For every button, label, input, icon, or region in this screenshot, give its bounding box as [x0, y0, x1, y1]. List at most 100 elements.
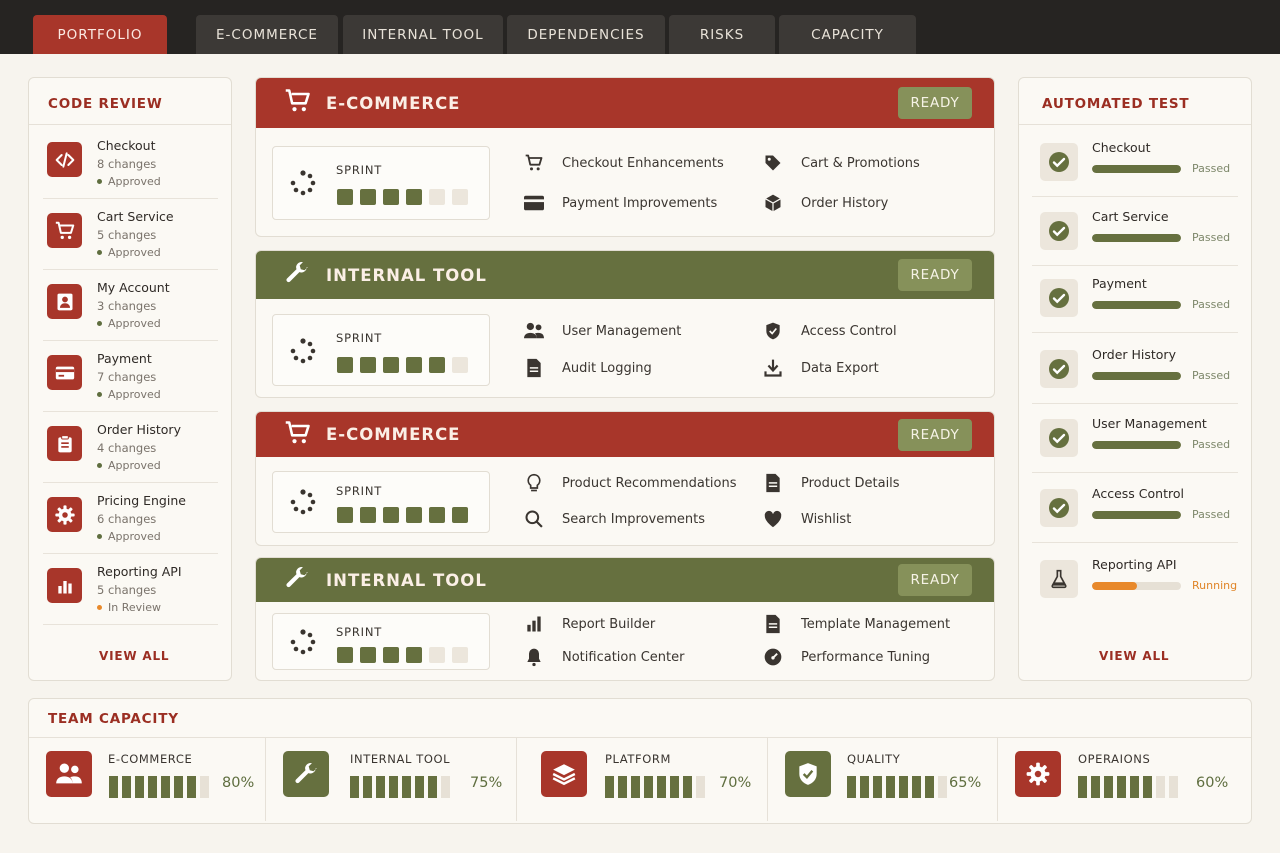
feature-item[interactable]: Payment Improvements	[523, 192, 717, 214]
wallet-icon	[523, 192, 545, 214]
automated-test-item[interactable]: Reporting API Running	[1032, 545, 1238, 614]
automated-test-item-name: User Management	[1092, 416, 1207, 431]
tab-risks[interactable]: RISKS	[669, 15, 775, 54]
tab-dependencies[interactable]: DEPENDENCIES	[507, 15, 665, 54]
wrench-icon	[284, 260, 310, 290]
top-nav: PORTFOLIO E-COMMERCE INTERNAL TOOL DEPEN…	[0, 0, 1280, 54]
code-review-item-changes: 6 changes	[97, 512, 157, 526]
capacity-bar-segment	[161, 776, 170, 798]
automated-test-item[interactable]: Cart Service Passed	[1032, 197, 1238, 266]
team-name: E-COMMERCE	[108, 752, 193, 766]
sprint-block	[383, 189, 399, 205]
feature-item[interactable]: Product Recommendations	[523, 472, 737, 494]
sprint-block	[383, 507, 399, 523]
code-review-item[interactable]: Cart Service 5 changes Approved	[43, 199, 218, 270]
feature-item[interactable]: Performance Tuning	[762, 646, 930, 668]
shield-check-icon	[785, 751, 831, 797]
sprint-block	[383, 357, 399, 373]
feature-item[interactable]: Wishlist	[762, 508, 851, 530]
team-name: OPERAIONS	[1078, 752, 1151, 766]
check-circle-icon	[1040, 279, 1078, 317]
feature-item[interactable]: Audit Logging	[523, 357, 652, 379]
automated-test-title: AUTOMATED TEST	[1042, 96, 1190, 112]
tab-e-commerce[interactable]: E-COMMERCE	[196, 15, 338, 54]
automated-test-item-status: Passed	[1192, 369, 1231, 382]
automated-test-item[interactable]: Access Control Passed	[1032, 474, 1238, 543]
code-review-item[interactable]: Payment 7 changes Approved	[43, 341, 218, 412]
code-review-item-status: Approved	[97, 388, 161, 401]
feature-item[interactable]: Checkout Enhancements	[523, 152, 724, 174]
users-icon	[523, 320, 545, 342]
capacity-bar-segment	[441, 776, 450, 798]
cart-icon	[47, 213, 82, 248]
sprint-label: SPRINT	[336, 625, 383, 639]
feature-item[interactable]: Product Details	[762, 472, 900, 494]
cart-icon	[284, 419, 312, 451]
feature-item[interactable]: Data Export	[762, 357, 879, 379]
code-icon	[47, 142, 82, 177]
capacity-bar-segment	[605, 776, 614, 798]
code-review-item-name: Checkout	[97, 138, 156, 153]
spinner-icon	[290, 629, 316, 655]
tab-internal-tool[interactable]: INTERNAL TOOL	[343, 15, 503, 54]
capacity-percent: 75%	[470, 775, 503, 791]
tab-portfolio[interactable]: PORTFOLIO	[33, 15, 167, 54]
feature-item[interactable]: Cart & Promotions	[762, 152, 920, 174]
sprint-block	[429, 357, 445, 373]
tag-icon	[762, 152, 784, 174]
status-dot	[97, 320, 102, 326]
feature-item[interactable]: Order History	[762, 192, 888, 214]
team-capacity-item: E-COMMERCE 80%	[29, 737, 265, 821]
team-capacity-title: TEAM CAPACITY	[48, 711, 179, 727]
project-card-internal-tool: INTERNAL TOOL READY SPRINT Report Builde…	[255, 557, 995, 681]
check-circle-icon	[1040, 212, 1078, 250]
ready-badge[interactable]: READY	[898, 87, 972, 119]
automated-test-item[interactable]: Checkout Passed	[1032, 128, 1238, 197]
capacity-bar-segment	[1117, 776, 1126, 798]
automated-test-view-all-link[interactable]: VIEW ALL	[1099, 649, 1169, 663]
sprint-block	[452, 507, 468, 523]
code-review-item[interactable]: Order History 4 changes Approved	[43, 412, 218, 483]
status-dot	[97, 391, 102, 397]
capacity-bar-segment	[389, 776, 398, 798]
feature-item[interactable]: User Management	[523, 320, 681, 342]
capacity-bar-segment	[1104, 776, 1113, 798]
automated-test-item-name: Cart Service	[1092, 209, 1169, 224]
ready-badge[interactable]: READY	[898, 419, 972, 451]
code-review-item[interactable]: My Account 3 changes Approved	[43, 270, 218, 341]
automated-test-item[interactable]: User Management Passed	[1032, 404, 1238, 473]
feature-item[interactable]: Search Improvements	[523, 508, 705, 530]
code-review-item-changes: 5 changes	[97, 228, 157, 242]
automated-test-item[interactable]: Payment Passed	[1032, 264, 1238, 333]
automated-test-item[interactable]: Order History Passed	[1032, 335, 1238, 404]
code-review-item[interactable]: Reporting API 5 changes In Review	[43, 554, 218, 625]
feature-item[interactable]: Report Builder	[523, 613, 655, 635]
bar-chart-icon	[47, 568, 82, 603]
sprint-block	[452, 647, 468, 663]
sprint-blocks	[337, 647, 468, 663]
feature-item[interactable]: Notification Center	[523, 646, 684, 668]
ready-badge[interactable]: READY	[898, 564, 972, 596]
capacity-bar-segment	[886, 776, 895, 798]
check-circle-icon	[1040, 419, 1078, 457]
code-review-item[interactable]: Pricing Engine 6 changes Approved	[43, 483, 218, 554]
cart-icon	[523, 152, 545, 174]
code-review-item[interactable]: Checkout 8 changes Approved	[43, 128, 218, 199]
automated-test-item-name: Payment	[1092, 276, 1147, 291]
feature-item[interactable]: Template Management	[762, 613, 950, 635]
project-title: INTERNAL TOOL	[326, 570, 487, 590]
sprint-blocks	[337, 357, 468, 373]
feature-item[interactable]: Access Control	[762, 320, 897, 342]
capacity-bar-segment	[873, 776, 882, 798]
tab-capacity[interactable]: CAPACITY	[779, 15, 916, 54]
divider	[29, 124, 231, 125]
search-icon	[523, 508, 545, 530]
code-review-item-name: Order History	[97, 422, 181, 437]
code-review-view-all-link[interactable]: VIEW ALL	[99, 649, 169, 663]
ready-badge[interactable]: READY	[898, 259, 972, 291]
check-circle-icon	[1040, 143, 1078, 181]
automated-test-item-status: Passed	[1192, 298, 1231, 311]
team-name: QUALITY	[847, 752, 901, 766]
project-card-internal-tool: INTERNAL TOOL READY SPRINT User Manageme…	[255, 250, 995, 398]
team-capacity-panel: TEAM CAPACITY E-COMMERCE 80% INTERNAL TO…	[28, 698, 1252, 824]
